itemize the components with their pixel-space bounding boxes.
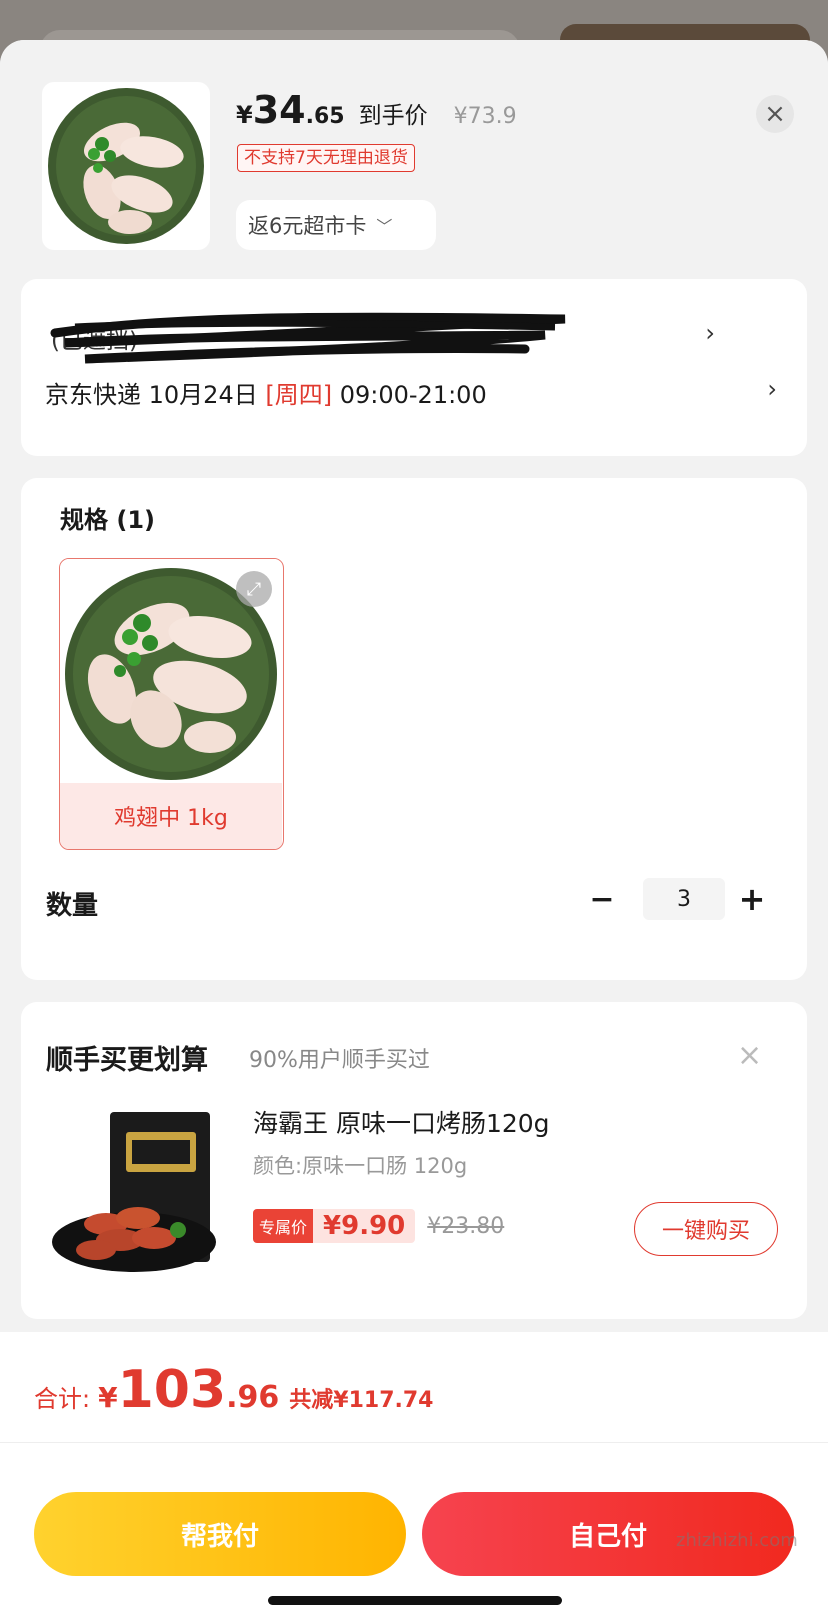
addon-product-variant: 颜色:原味一口肠 120g [253,1154,468,1178]
delivery-row[interactable]: 京东快递 10月24日 [周四] 09:00-21:00 [45,375,487,410]
quantity-minus-button[interactable]: − [587,882,617,917]
home-indicator[interactable] [268,1596,562,1605]
purchase-sheet: ¥ 34 .65 到手价 ¥73.9 不支持7天无理由退货 返6元超市卡 ﹀ ×… [0,40,828,1620]
chevron-down-icon: ﹀ [376,217,393,236]
spec-option-label: 鸡翅中 1kg [60,783,282,849]
quantity-label: 数量 [46,891,99,921]
addon-subtitle: 90%用户顺手买过 [249,1048,430,1073]
final-price-label: 到手价 [358,103,428,129]
total-decimal: .96 [226,1380,280,1415]
total-saving: 共减¥117.74 [289,1388,434,1413]
one-click-buy-button[interactable]: 一键购买 [634,1202,778,1256]
spec-title: 规格 (1) [60,506,155,534]
expand-icon[interactable]: ⤢ [236,571,272,607]
price-decimal: .65 [305,104,345,129]
cashback-dropdown[interactable]: 返6元超市卡 ﹀ [236,200,436,250]
total-integer: 103 [117,1360,227,1420]
addon-price-line: 专属价 ¥9.90 ¥23.80 [253,1208,504,1244]
quantity-input[interactable]: 3 [643,878,725,920]
exclusive-price-tag: 专属价 [253,1209,314,1243]
no-return-badge: 不支持7天无理由退货 [237,144,415,172]
spec-card: 规格 (1) ⤢ 鸡翅中 1kg 数量 − 3 + [21,478,807,980]
addon-original-price: ¥23.80 [427,1213,505,1239]
address-card: (已遮挡) › 京东快递 10月24日 [周四] 09:00-21:00 › [21,279,807,456]
delivery-date: 10月24日 [148,381,258,409]
watermark: zhizhizhi.com [676,1530,798,1551]
delivery-weekday: [周四] [265,381,333,409]
exclusive-price: ¥9.90 [313,1209,416,1243]
address-row[interactable]: (已遮挡) › [45,307,745,367]
sausage-product-image[interactable] [46,1102,230,1286]
delivery-carrier: 京东快递 [45,381,141,409]
footer-divider [0,1442,828,1443]
checkout-footer: 合计: ¥ 103 .96 共减¥117.74 帮我付 自己付 [0,1332,828,1620]
chicken-wing-image [48,88,204,244]
spec-option-selected[interactable]: ⤢ 鸡翅中 1kg [59,558,284,850]
delivery-time: 09:00-21:00 [339,381,487,409]
addon-product-name[interactable]: 海霸王 原味一口烤肠120g [253,1104,550,1140]
total-line: 合计: ¥ 103 .96 共减¥117.74 [34,1360,434,1420]
addon-close-icon[interactable]: × [737,1038,762,1073]
cashback-label: 返6元超市卡 [248,214,367,238]
product-header: ¥ 34 .65 到手价 ¥73.9 不支持7天无理由退货 返6元超市卡 ﹀ × [0,40,828,280]
price-line: ¥ 34 .65 到手价 ¥73.9 [236,88,517,138]
total-label: 合计: [34,1385,91,1413]
help-pay-button[interactable]: 帮我付 [34,1492,406,1576]
delivery-chevron-right-icon[interactable]: › [767,375,777,403]
original-price: ¥73.9 [453,104,517,129]
addon-title: 顺手买更划算 [46,1045,208,1076]
price-currency: ¥ [236,101,253,129]
sausage-package-image [52,1112,216,1272]
addon-card: 顺手买更划算 90%用户顺手买过 × 海霸王 原味一口烤肠120g 颜色:原味一… [21,1002,807,1319]
product-thumbnail [42,82,210,250]
price-integer: 34 [252,88,306,132]
close-icon: × [764,99,786,129]
total-currency: ¥ [98,1381,118,1414]
close-button[interactable]: × [756,95,794,133]
address-chevron-right-icon: › [705,319,715,347]
address-redaction-scribble [50,312,566,364]
quantity-plus-button[interactable]: + [737,880,767,918]
spec-option-image: ⤢ [60,559,282,783]
